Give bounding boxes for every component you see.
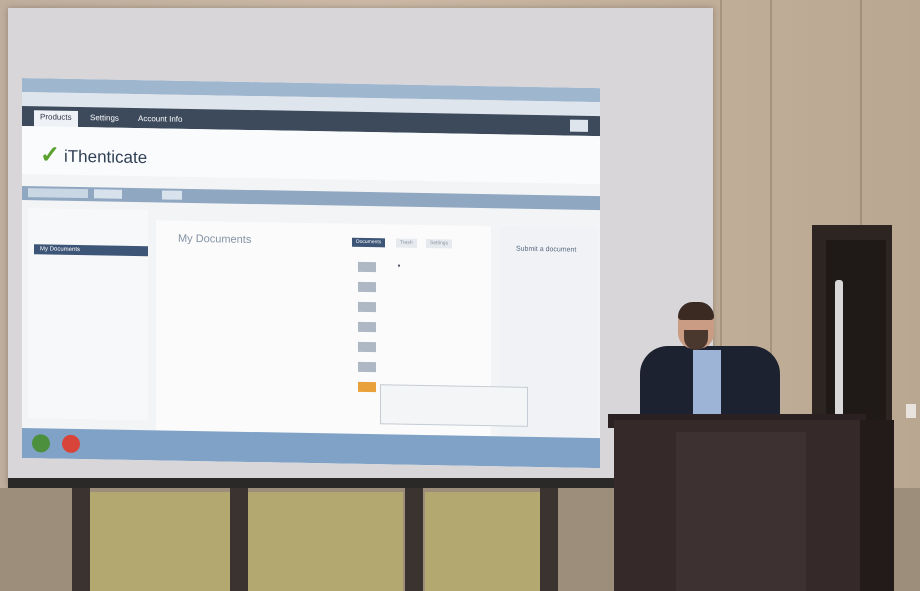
view-tab-trash: Trash (396, 238, 417, 248)
wall-pillar (540, 488, 558, 591)
mouse-cursor (398, 264, 400, 267)
wall-pillar (405, 488, 423, 591)
checkmark-icon: ✓ (40, 141, 61, 169)
report-thumbnail (358, 341, 376, 353)
podium-panel (676, 432, 806, 591)
folder-sidebar (28, 208, 148, 421)
presenter-hair (678, 302, 714, 320)
report-thumbnail (358, 321, 376, 333)
start-menu-icon (32, 434, 50, 453)
wall-switch (906, 404, 916, 418)
search-input (28, 188, 88, 199)
wall-panel (90, 492, 230, 591)
submit-document-link: Submit a document (516, 245, 577, 254)
report-thumbnail (358, 301, 376, 313)
chrome-icon (62, 434, 80, 454)
report-thumbnail (358, 381, 376, 393)
logo-text: iThenticate (64, 146, 148, 168)
view-tab-settings: Settings (426, 239, 453, 249)
report-thumbnail (358, 281, 376, 293)
documents-title: My Documents (178, 232, 252, 247)
wall-pillar (230, 488, 248, 591)
door-handle (835, 280, 843, 420)
screen-bottom-bar (8, 478, 713, 488)
projected-browser: Products Settings Account Info ✓ iThenti… (22, 78, 600, 469)
wall-panel (425, 492, 540, 591)
report-thumbnail (358, 261, 376, 273)
report-thumbnail (358, 361, 376, 373)
view-tab-documents: Documents (352, 237, 386, 248)
logout-button (570, 119, 588, 132)
wall-panel (248, 492, 403, 591)
filter-button (162, 190, 182, 200)
notification-popup (380, 384, 528, 427)
podium-side (860, 420, 894, 591)
search-button (94, 189, 122, 199)
folder-my-documents: My Documents (34, 244, 148, 257)
wall-pillar (72, 488, 90, 591)
